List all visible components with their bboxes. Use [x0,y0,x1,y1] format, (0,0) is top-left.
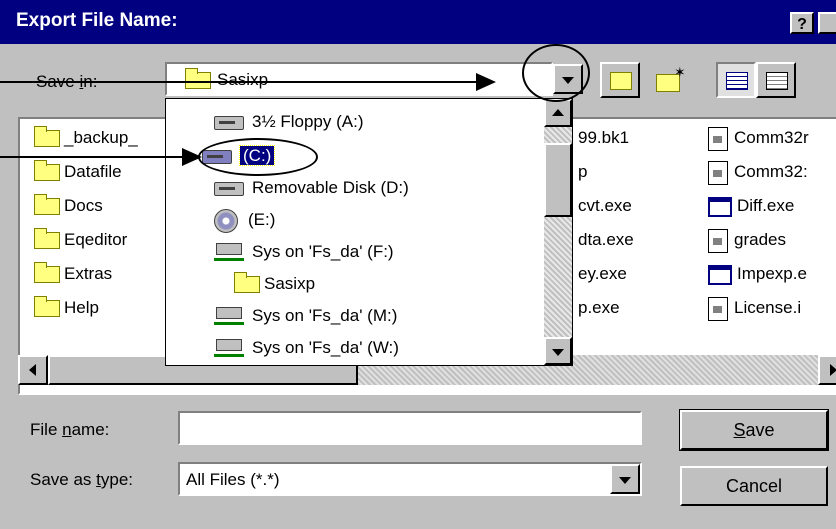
callout-line-bottom [0,156,184,158]
file-name-label: File name: [30,420,110,439]
list-item[interactable]: Comm32: [708,159,808,185]
callout-circle-dropdown [522,44,590,102]
dropdown-item-removable-disk[interactable]: Removable Disk (D:) [214,175,409,201]
up-one-level-button[interactable] [600,62,640,98]
cancel-button[interactable]: Cancel [680,466,828,506]
list-item[interactable]: License.i [708,295,801,321]
removable-disk-icon [214,181,244,196]
folder-icon [34,228,60,250]
list-item[interactable]: dta.exe [578,227,634,253]
dropdown-item-w-drive[interactable]: Sys on 'Fs_da' (W:) [214,335,399,361]
list-item[interactable]: Help [34,295,99,321]
save-button[interactable]: Save [679,409,829,451]
dropdown-item-f-drive[interactable]: Sys on 'Fs_da' (F:) [214,239,394,265]
export-file-dialog: Export File Name: ? Save in: Sasixp ✶ _b… [0,0,836,529]
list-item[interactable]: _backup_ [34,125,138,151]
save-as-type-dropdown-button[interactable] [610,464,640,494]
chevron-down-icon [619,477,631,484]
cd-drive-icon [214,208,238,233]
document-icon [708,126,728,151]
network-drive-icon [214,306,244,327]
scroll-left-button[interactable] [18,355,48,385]
callout-arrow-top [476,73,496,91]
save-as-type-label: Save as type: [30,470,134,489]
list-item[interactable]: 99.bk1 [578,125,629,151]
list-view-icon [726,72,748,90]
folder-icon [34,262,60,284]
help-button[interactable]: ? [790,12,814,34]
folder-icon [34,160,60,182]
file-name-input[interactable] [178,411,642,445]
save-in-value: Sasixp [217,70,269,89]
callout-arrow-bottom [182,148,202,166]
scroll-right-button[interactable] [818,355,836,385]
list-item[interactable]: Comm32r [708,125,809,151]
details-view-icon [766,72,788,90]
list-item[interactable]: Eqeditor [34,227,127,253]
chevron-left-icon [29,364,36,376]
list-item[interactable]: grades [708,227,786,253]
up-folder-icon [610,72,632,90]
scroll-down-button[interactable] [544,337,572,365]
folder-open-icon [234,272,260,294]
callout-line-top [0,81,478,83]
dropdown-item-e-drive[interactable]: (E:) [214,207,275,233]
document-icon [708,160,728,185]
application-icon [708,264,732,285]
close-button[interactable] [818,12,836,34]
network-drive-icon [214,338,244,359]
save-as-type-select[interactable]: All Files (*.*) [178,462,642,496]
dialog-title: Export File Name: [16,10,178,31]
list-item[interactable]: Datafile [34,159,122,185]
dropdown-vertical-scrollbar[interactable] [544,99,572,365]
grades-file-icon [708,228,728,253]
chevron-right-icon [830,364,836,376]
save-as-type-value: All Files (*.*) [186,470,280,489]
dropdown-item-floppy[interactable]: 3½ Floppy (A:) [214,109,364,135]
folder-icon [34,296,60,318]
dropdown-item-m-drive[interactable]: Sys on 'Fs_da' (M:) [214,303,397,329]
network-drive-icon [214,242,244,263]
list-item[interactable]: cvt.exe [578,193,632,219]
vertical-scroll-thumb[interactable] [544,143,572,217]
list-item[interactable]: p [578,159,587,185]
list-item[interactable]: Impexp.e [708,261,807,287]
callout-circle-c-drive [198,138,318,176]
chevron-up-icon [552,109,564,116]
list-item[interactable]: Diff.exe [708,193,794,219]
settings-file-icon [708,296,728,321]
list-item[interactable]: ey.exe [578,261,627,287]
save-in-dropdown-list[interactable]: 3½ Floppy (A:) (C:) Removable Disk (D:) … [165,98,573,366]
list-view-button[interactable] [716,62,756,98]
list-item[interactable]: p.exe [578,295,620,321]
application-icon [708,196,732,217]
list-item[interactable]: Docs [34,193,103,219]
dropdown-item-sasixp[interactable]: Sasixp [234,271,315,297]
scroll-up-button[interactable] [544,99,572,127]
sparkle-icon: ✶ [674,64,686,80]
create-new-folder-button[interactable]: ✶ [650,62,690,98]
folder-icon [34,194,60,216]
chevron-down-icon [552,349,564,356]
title-bar[interactable]: Export File Name: ? [0,0,836,44]
folder-icon [34,126,60,148]
details-view-button[interactable] [756,62,796,98]
list-item[interactable]: Extras [34,261,112,287]
floppy-drive-icon [214,115,244,130]
